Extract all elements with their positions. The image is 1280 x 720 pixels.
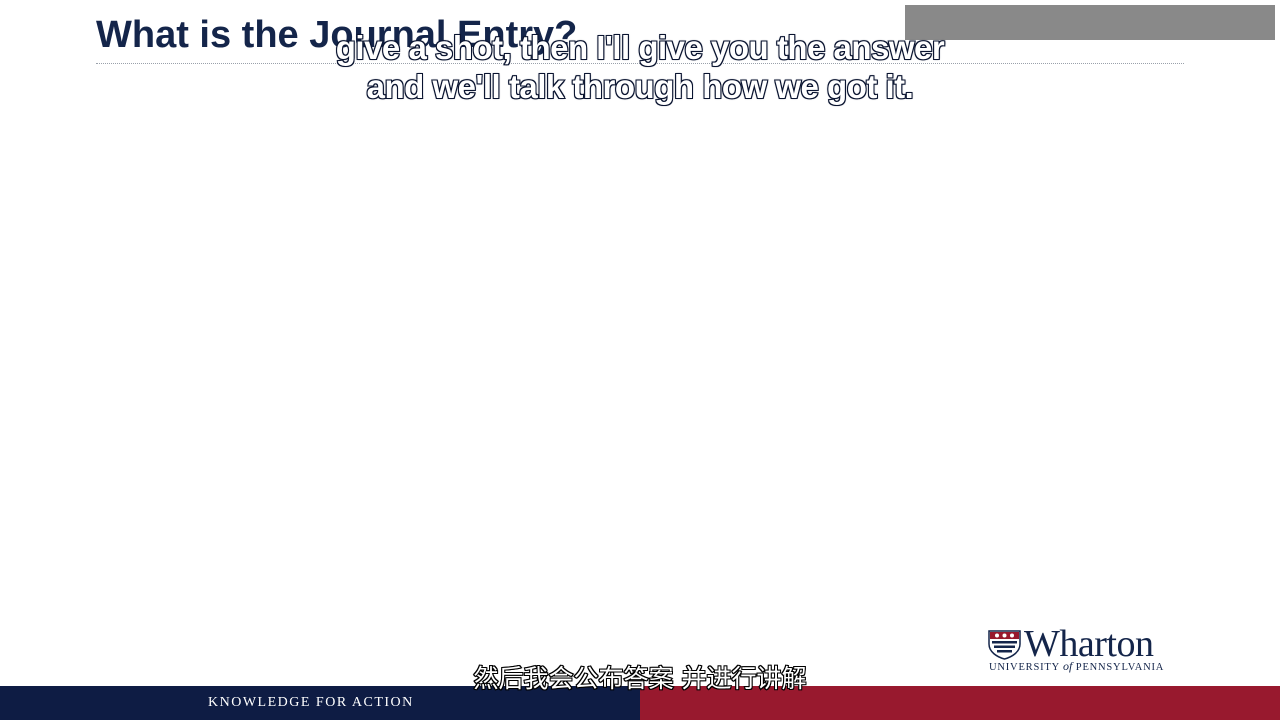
subtitle-english-line-2: and we'll talk through how we got it. <box>366 67 915 106</box>
subtitle-chinese: 然后我会公布答案 并进行讲解 <box>473 663 808 694</box>
video-frame: What is the Journal Entry? give a shot, … <box>0 0 1280 720</box>
penn-shield-icon <box>988 630 1021 660</box>
footer-tagline: KNOWLEDGE FOR ACTION <box>208 695 414 710</box>
subtitle-english-line-1: give a shot, then I'll give you the answ… <box>335 28 946 67</box>
